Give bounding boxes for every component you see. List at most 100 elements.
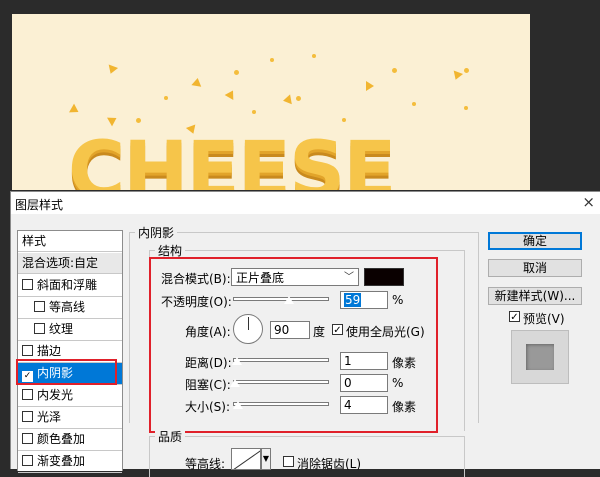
cheese-crumb [224, 88, 238, 100]
dialog-titlebar[interactable]: 图层样式 × [11, 192, 600, 214]
checkbox-icon[interactable] [22, 455, 33, 466]
chevron-down-icon: ﹀ [344, 272, 354, 283]
ok-button[interactable]: 确定 [488, 232, 582, 250]
preview-checkbox[interactable]: ✓ [509, 311, 520, 323]
cheese-crumb [270, 58, 274, 62]
anti-alias-label: 消除锯齿(L) [297, 457, 362, 471]
cheese-crumb [107, 113, 119, 127]
artboard: CHEESE [12, 14, 530, 190]
distance-slider-track[interactable] [233, 358, 329, 362]
anti-alias-checkbox[interactable] [283, 456, 294, 467]
distance-input[interactable]: 1 [340, 352, 388, 370]
opacity-value: 59 [344, 293, 362, 307]
choke-value: 0 [344, 376, 352, 390]
style-item-label: 等高线 [49, 300, 86, 314]
close-icon[interactable]: × [582, 193, 595, 211]
size-slider-thumb[interactable] [232, 400, 244, 410]
angle-unit: 度 [313, 325, 326, 339]
cheese-crumb [105, 64, 119, 76]
cheese-crumb [464, 106, 468, 110]
style-item-contour[interactable]: 等高线 [18, 297, 122, 319]
choke-slider-thumb[interactable] [229, 378, 241, 388]
checkbox-icon[interactable] [22, 279, 33, 290]
cheese-crumb [392, 68, 397, 73]
blend-mode-select[interactable]: 正片叠底 ﹀ [231, 268, 359, 286]
checkbox-icon[interactable] [34, 323, 45, 334]
checkbox-icon[interactable] [22, 411, 33, 422]
highlight-frame [16, 359, 117, 385]
cheese-crumb [191, 77, 203, 87]
distance-slider-thumb[interactable] [231, 356, 243, 366]
cheese-crumb [234, 70, 239, 75]
angle-dial[interactable] [233, 314, 263, 344]
style-preview-thumbnail [511, 330, 569, 384]
choke-unit: % [392, 376, 404, 390]
document-canvas: CHEESE [0, 0, 600, 190]
style-item-satin[interactable]: 光泽 [18, 407, 122, 429]
shadow-color-swatch[interactable] [364, 268, 404, 286]
distance-label: 距离(D): [185, 356, 232, 370]
styles-list-header: 样式 [18, 231, 122, 252]
cheese-crumb [312, 54, 316, 58]
distance-value: 1 [344, 354, 352, 368]
cheese-crumb [450, 70, 464, 82]
cheese-crumb [282, 94, 292, 106]
checkbox-icon[interactable] [22, 433, 33, 444]
size-slider-track[interactable] [233, 402, 329, 406]
style-item-bevel-emboss[interactable]: 斜面和浮雕 [18, 275, 122, 297]
size-value: 4 [344, 398, 352, 412]
dialog-title: 图层样式 [15, 198, 64, 212]
checkbox-icon[interactable] [22, 345, 33, 356]
cheese-crumb [164, 96, 168, 100]
layer-style-dialog: 图层样式 × 样式 混合选项:自定 斜面和浮雕 等高线 纹理 描边 ✓ 内阴影 内… [10, 191, 600, 477]
choke-label: 阻塞(C): [185, 378, 231, 392]
checkbox-icon[interactable] [22, 389, 33, 400]
opacity-input[interactable]: 59 [340, 291, 388, 309]
new-style-button[interactable]: 新建样式(W)... [488, 287, 582, 305]
contour-preview[interactable] [231, 448, 261, 470]
style-item-label: 描边 [37, 344, 62, 358]
style-item-gradient-overlay[interactable]: 渐变叠加 [18, 451, 122, 473]
size-unit: 像素 [392, 400, 417, 414]
preview-label: 预览(V) [523, 312, 565, 326]
angle-value: 90 [274, 323, 290, 337]
style-item-color-overlay[interactable]: 颜色叠加 [18, 429, 122, 451]
cheese-crumb [136, 118, 141, 123]
style-item-label: 颜色叠加 [37, 432, 86, 446]
quality-title: 品质 [155, 428, 186, 445]
cheese-crumb [252, 110, 256, 114]
blend-mode-label: 混合模式(B): [161, 272, 231, 286]
style-item-texture[interactable]: 纹理 [18, 319, 122, 341]
style-item-label: 渐变叠加 [37, 454, 86, 468]
blend-mode-value: 正片叠底 [236, 271, 285, 285]
opacity-slider-thumb[interactable] [283, 295, 295, 305]
contour-label: 等高线: [185, 457, 226, 471]
style-item-label: 内发光 [37, 388, 74, 402]
chevron-down-icon[interactable]: ▼ [261, 448, 271, 470]
global-light-checkbox[interactable]: ✓ [332, 324, 343, 336]
style-item-inner-glow[interactable]: 内发光 [18, 385, 122, 407]
style-preview-swatch [526, 344, 554, 370]
cheese-crumb [464, 68, 469, 73]
choke-slider-track[interactable] [233, 380, 329, 384]
style-item-label: 光泽 [37, 410, 62, 424]
size-label: 大小(S): [185, 400, 231, 414]
style-item-label: 斜面和浮雕 [37, 278, 98, 292]
styles-list: 样式 混合选项:自定 斜面和浮雕 等高线 纹理 描边 ✓ 内阴影 内发光 光泽 颜… [17, 230, 123, 473]
style-item-label: 纹理 [49, 322, 74, 336]
cheese-crumb [342, 118, 346, 122]
angle-input[interactable]: 90 [270, 321, 310, 339]
style-item-blending-options[interactable]: 混合选项:自定 [18, 253, 122, 274]
cheese-artwork-text: CHEESE [68, 126, 397, 190]
cancel-button[interactable]: 取消 [488, 259, 582, 277]
opacity-label: 不透明度(O): [161, 295, 232, 309]
opacity-slider-track[interactable] [233, 297, 329, 301]
size-input[interactable]: 4 [340, 396, 388, 414]
angle-label: 角度(A): [185, 325, 231, 339]
cheese-crumb [296, 96, 301, 101]
choke-input[interactable]: 0 [340, 374, 388, 392]
inner-shadow-title: 内阴影 [135, 224, 178, 241]
cheese-crumb [412, 102, 416, 106]
checkbox-icon[interactable] [34, 301, 45, 312]
distance-unit: 像素 [392, 356, 417, 370]
